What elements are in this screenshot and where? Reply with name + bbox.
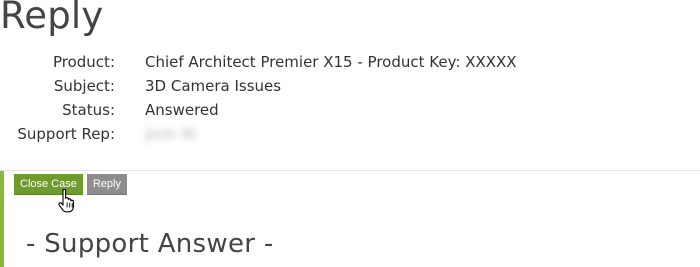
- detail-row-product: Product: Chief Architect Premier X15 - P…: [0, 52, 700, 76]
- status-label: Status:: [62, 101, 115, 119]
- support-rep-value: Josh W.: [145, 125, 199, 143]
- support-answer-section: Close Case Reply - Support Answer -: [0, 171, 700, 267]
- detail-row-status: Status: Answered: [0, 100, 700, 124]
- product-label: Product:: [52, 53, 115, 71]
- status-value: Answered: [145, 101, 219, 119]
- support-rep-label: Support Rep:: [17, 125, 115, 143]
- page-title: Reply: [0, 0, 104, 37]
- detail-row-subject: Subject: 3D Camera Issues: [0, 76, 700, 100]
- case-details: Product: Chief Architect Premier X15 - P…: [0, 52, 700, 148]
- detail-row-support-rep: Support Rep: Josh W.: [0, 124, 700, 148]
- support-answer-heading: - Support Answer -: [26, 229, 274, 259]
- answer-accent-bar: [0, 171, 4, 267]
- reply-button[interactable]: Reply: [86, 174, 127, 195]
- product-value: Chief Architect Premier X15 - Product Ke…: [145, 53, 517, 71]
- reply-page: Reply Product: Chief Architect Premier X…: [0, 0, 700, 267]
- hand-pointer-icon: [58, 189, 74, 213]
- subject-label: Subject:: [53, 77, 115, 95]
- subject-value: 3D Camera Issues: [145, 77, 282, 95]
